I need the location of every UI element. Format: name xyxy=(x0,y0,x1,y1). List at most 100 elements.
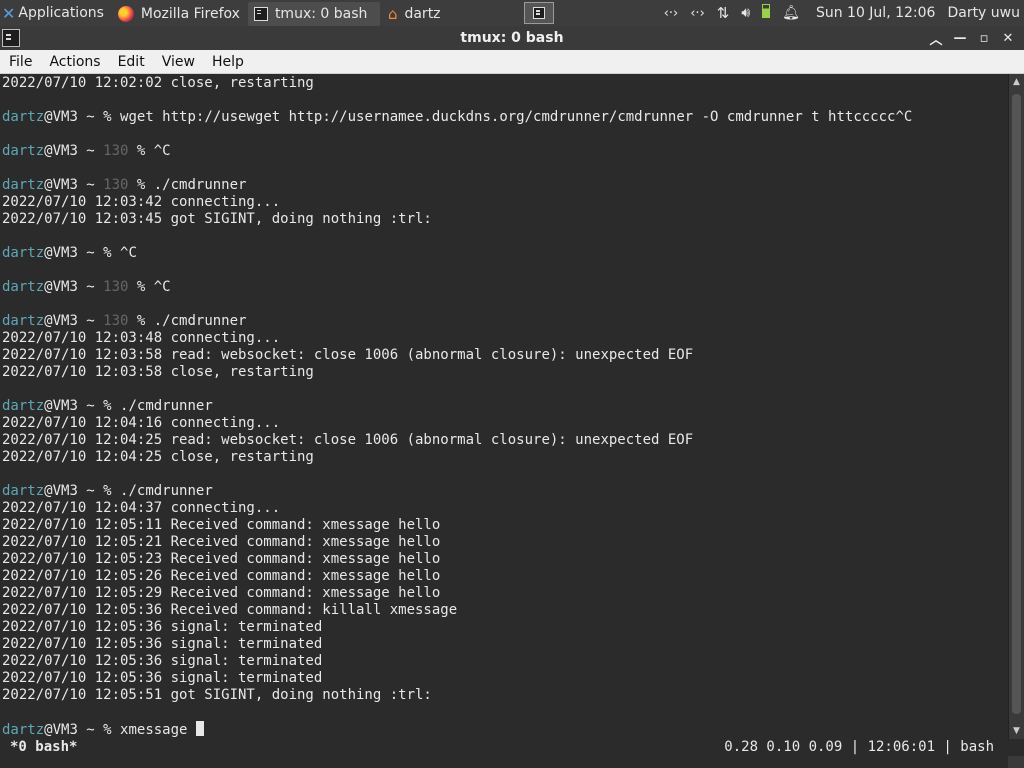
window-title: tmux: 0 bash xyxy=(460,30,564,46)
scroll-up-icon[interactable]: ▲ xyxy=(1009,74,1024,90)
output-text: 2022/07/10 12:05:36 signal: terminated xyxy=(2,670,323,686)
minimize-button[interactable]: — xyxy=(948,26,972,50)
terminal-output-line: 2022/07/10 12:03:58 close, restarting xyxy=(2,364,1008,381)
prompt-user: dartz xyxy=(2,143,45,159)
terminal-output-line: 2022/07/10 12:03:45 got SIGINT, doing no… xyxy=(2,211,1008,228)
command-text: ./cmdrunner xyxy=(153,177,247,193)
volume-icon[interactable]: 🔊︎ xyxy=(735,5,756,21)
output-text: 2022/07/10 12:03:58 read: websocket: clo… xyxy=(2,347,694,363)
menu-edit[interactable]: Edit xyxy=(109,54,153,70)
terminal-output[interactable]: 2022/07/10 12:02:02 close, restarting dar… xyxy=(0,74,1008,739)
top-panel: ✕ Applications Mozilla Firefox tmux: 0 b… xyxy=(0,0,1024,26)
terminal-prompt-line: dartz@VM3 ~ % ./cmdrunner xyxy=(2,483,1008,500)
terminal-prompt-line: dartz@VM3 ~ % wget http://usewget http:/… xyxy=(2,109,1008,126)
terminal-output-line: 2022/07/10 12:05:36 signal: terminated xyxy=(2,636,1008,653)
window-bottom-edge xyxy=(0,756,1024,768)
taskbar-item-dartz[interactable]: ⌂ dartz xyxy=(382,2,516,26)
prompt-symbol: % xyxy=(136,177,154,193)
terminal-prompt-line: dartz@VM3 ~ 130 % ./cmdrunner xyxy=(2,177,1008,194)
clock[interactable]: Sun 10 Jul, 12:06 xyxy=(806,5,944,21)
notification-bell-icon[interactable]: 🔔︎ xyxy=(776,5,806,21)
terminal-output-line: 2022/07/10 12:04:37 connecting... xyxy=(2,500,1008,517)
system-tray: ‹·› ‹·› ⇅ 🔊︎ 🔔︎ Sun 10 Jul, 12:06 Darty … xyxy=(658,0,1024,26)
xfce-logo-icon: ✕ xyxy=(2,3,16,23)
battery-icon[interactable] xyxy=(756,4,776,22)
command-text: ^C xyxy=(153,143,171,159)
scroll-thumb[interactable] xyxy=(1012,94,1021,714)
terminal-icon xyxy=(532,7,545,19)
terminal-icon xyxy=(253,6,268,21)
output-text: 2022/07/10 12:03:45 got SIGINT, doing no… xyxy=(2,211,432,227)
prompt-exit-code: 130 xyxy=(103,143,137,159)
prompt-user: dartz xyxy=(2,177,45,193)
menu-actions[interactable]: Actions xyxy=(40,54,108,70)
network-icon[interactable]: ‹·› xyxy=(658,6,685,21)
transfer-icon[interactable]: ⇅ xyxy=(711,4,736,22)
output-text: 2022/07/10 12:04:25 read: websocket: clo… xyxy=(2,432,694,448)
prompt-host: @VM3 ~ xyxy=(44,177,104,193)
menu-help[interactable]: Help xyxy=(203,54,252,70)
prompt-user: dartz xyxy=(2,279,45,295)
taskbar-item-label: tmux: 0 bash xyxy=(274,5,368,22)
terminal-output-line: 2022/07/10 12:05:26 Received command: xm… xyxy=(2,568,1008,585)
output-text: 2022/07/10 12:03:42 connecting... xyxy=(2,194,281,210)
prompt-user: dartz xyxy=(2,398,45,414)
maximize-button[interactable]: ▫ xyxy=(972,26,996,50)
output-text: 2022/07/10 12:03:58 close, restarting xyxy=(2,364,314,380)
prompt-host: @VM3 ~ xyxy=(44,398,104,414)
terminal-prompt-line: dartz@VM3 ~ % ^C xyxy=(2,245,1008,262)
output-text: 2022/07/10 12:05:23 Received command: xm… xyxy=(2,551,441,567)
firefox-icon xyxy=(117,5,134,22)
taskbar-item-tmux[interactable]: tmux: 0 bash xyxy=(247,1,380,26)
terminal-output-line: 2022/07/10 12:04:16 connecting... xyxy=(2,415,1008,432)
output-text: 2022/07/10 12:05:36 signal: terminated xyxy=(2,619,323,635)
command-text: ./cmdrunner xyxy=(153,313,247,329)
text-cursor xyxy=(195,721,204,736)
command-text: ./cmdrunner xyxy=(120,483,213,499)
terminal-output-line: 2022/07/10 12:03:48 connecting... xyxy=(2,330,1008,347)
output-text: 2022/07/10 12:04:37 connecting... xyxy=(2,500,281,516)
user-menu[interactable]: Darty uwu xyxy=(943,5,1024,21)
terminal-output-line: 2022/07/10 12:02:02 close, restarting xyxy=(2,75,1008,92)
network-icon[interactable]: ‹·› xyxy=(684,6,711,21)
menu-file[interactable]: File xyxy=(0,54,40,70)
prompt-host: @VM3 ~ xyxy=(44,483,104,499)
window-titlebar[interactable]: tmux: 0 bash ︿ — ▫ ✕ xyxy=(0,26,1024,50)
output-text: 2022/07/10 12:04:25 close, restarting xyxy=(2,449,314,465)
taskbar-item-firefox[interactable]: Mozilla Firefox xyxy=(112,2,246,26)
prompt-symbol: % xyxy=(136,143,154,159)
terminal-output-line: 2022/07/10 12:04:25 close, restarting xyxy=(2,449,1008,466)
home-folder-icon: ⌂ xyxy=(387,4,398,23)
tmux-status-bar: *0 bash* 0.28 0.10 0.09 | 12:06:01 | bas… xyxy=(0,739,1008,756)
output-text: 2022/07/10 12:04:16 connecting... xyxy=(2,415,281,431)
scroll-down-icon[interactable]: ▼ xyxy=(1009,723,1024,739)
terminal-output-line: 2022/07/10 12:05:51 got SIGINT, doing no… xyxy=(2,687,1008,704)
workspace-switcher[interactable] xyxy=(523,2,554,24)
command-text: ^C xyxy=(120,245,137,261)
terminal-scrollbar[interactable]: ▲ ▼ xyxy=(1008,74,1024,739)
menu-view[interactable]: View xyxy=(153,54,203,70)
output-text: 2022/07/10 12:02:02 close, restarting xyxy=(2,75,314,91)
prompt-symbol: % xyxy=(136,279,154,295)
prompt-symbol: % xyxy=(103,483,121,499)
prompt-user: dartz xyxy=(2,245,45,261)
taskbar-item-label: Mozilla Firefox xyxy=(140,5,240,22)
close-button[interactable]: ✕ xyxy=(996,26,1020,50)
shade-button[interactable]: ︿ xyxy=(924,26,948,50)
prompt-exit-code: 130 xyxy=(103,313,137,329)
terminal-output-line: 2022/07/10 12:05:36 signal: terminated xyxy=(2,619,1008,636)
tmux-window-list[interactable]: *0 bash* xyxy=(10,739,77,756)
prompt-user: dartz xyxy=(2,109,45,125)
prompt-host: @VM3 ~ xyxy=(44,245,104,261)
window-menu-icon[interactable] xyxy=(2,29,20,47)
applications-menu[interactable]: ✕ Applications xyxy=(0,0,112,26)
terminal-output-line: 2022/07/10 12:05:29 Received command: xm… xyxy=(2,585,1008,602)
terminal-prompt-line: dartz@VM3 ~ 130 % ./cmdrunner xyxy=(2,313,1008,330)
